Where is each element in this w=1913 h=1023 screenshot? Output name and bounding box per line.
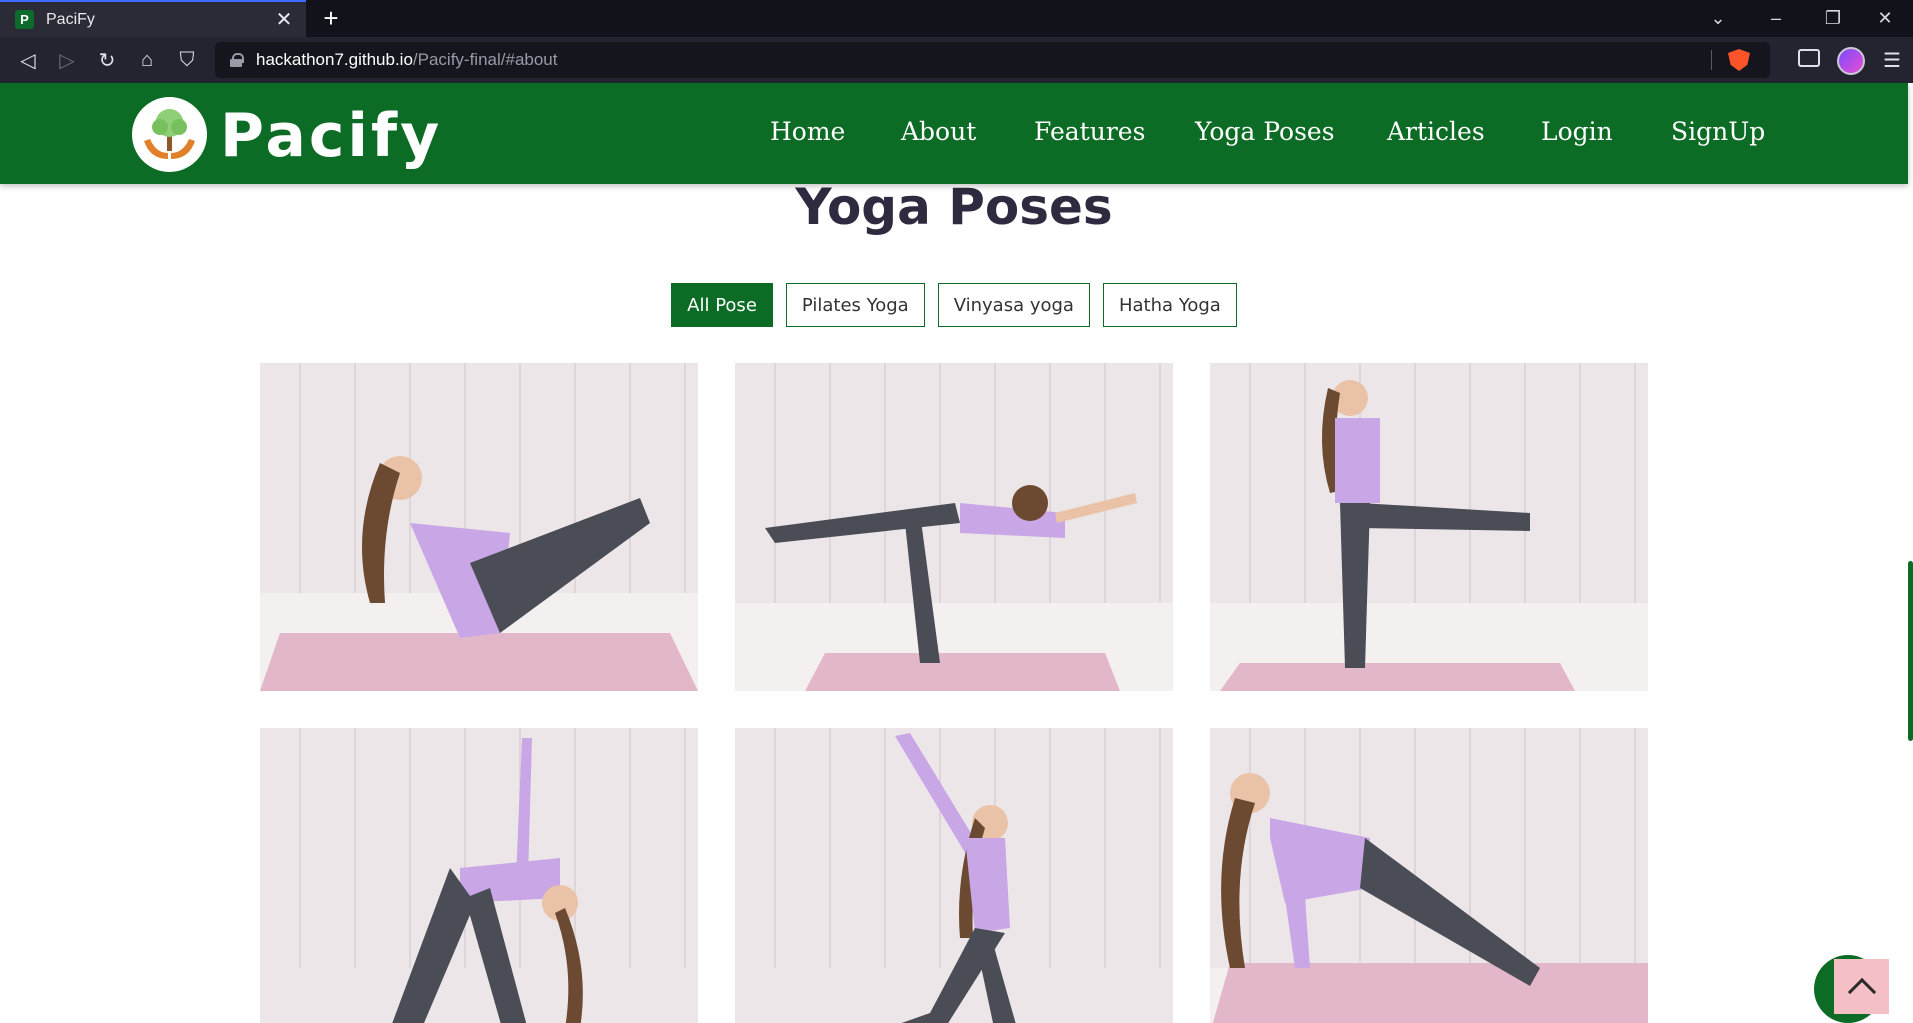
close-icon[interactable]: ✕: [274, 9, 294, 31]
yoga-photo-warrior-three: [735, 363, 1173, 691]
forward-icon[interactable]: ▷: [52, 46, 82, 74]
yoga-photo-crescent-lunge: [735, 728, 1173, 1023]
yoga-pose-image[interactable]: [735, 728, 1173, 1023]
nav-about[interactable]: About: [901, 117, 976, 146]
yoga-photo-boat-pose: [260, 363, 698, 691]
filter-all-pose[interactable]: All Pose: [671, 283, 773, 327]
tab-title: PaciFy: [46, 10, 95, 28]
yoga-pose-image[interactable]: [735, 363, 1173, 691]
hamburger-menu-icon[interactable]: ☰: [1880, 46, 1904, 74]
home-icon[interactable]: ⌂: [132, 46, 162, 74]
yoga-photo-reverse-plank: [1210, 728, 1648, 1023]
yoga-pose-image[interactable]: [1210, 363, 1648, 691]
page-title: Yoga Poses: [795, 178, 1113, 236]
filter-vinyasa-yoga[interactable]: Vinyasa yoga: [937, 283, 1090, 327]
new-tab-button[interactable]: +: [318, 3, 344, 33]
lock-icon: [230, 53, 244, 67]
avatar[interactable]: [1837, 47, 1865, 75]
bookmark-icon[interactable]: ⛉: [172, 46, 202, 74]
restore-icon[interactable]: ❐: [1805, 0, 1861, 37]
nav-yoga-poses[interactable]: Yoga Poses: [1195, 117, 1335, 146]
yoga-pose-image[interactable]: [260, 728, 698, 1023]
logo[interactable]: [132, 97, 207, 172]
yoga-pose-image[interactable]: [1210, 728, 1648, 1023]
back-to-top-button[interactable]: [1834, 959, 1889, 1014]
browser-tab[interactable]: P PaciFy ✕: [0, 0, 306, 37]
yoga-photo-triangle-pose: [260, 728, 698, 1023]
filter-hatha-yoga[interactable]: Hatha Yoga: [1102, 283, 1237, 327]
nav-features[interactable]: Features: [1034, 117, 1145, 146]
chevron-up-icon: [1847, 977, 1876, 1006]
filter-pilates-yoga[interactable]: Pilates Yoga: [785, 283, 925, 327]
tab-search-chevron-icon[interactable]: ⌄: [1690, 0, 1746, 37]
address-bar[interactable]: hackathon7.github.io/Pacify-final/#about: [215, 42, 1770, 78]
wallet-icon[interactable]: [1798, 49, 1820, 67]
brave-shield-icon[interactable]: [1728, 49, 1750, 71]
nav-articles[interactable]: Articles: [1387, 117, 1485, 146]
window-close-icon[interactable]: ✕: [1857, 0, 1913, 37]
page-viewport: Pacify Home About Features Yoga Poses Ar…: [0, 83, 1913, 1023]
url-path: /Pacify-final/#about: [412, 50, 558, 69]
back-icon[interactable]: ◁: [13, 46, 43, 74]
favicon-icon: P: [15, 10, 34, 29]
hands-tree-logo-icon: [144, 109, 195, 159]
browser-toolbar: ◁ ▷ ↻ ⌂ ⛉ hackathon7.github.io/Pacify-fi…: [0, 37, 1913, 83]
minimize-icon[interactable]: –: [1748, 0, 1804, 37]
nav-home[interactable]: Home: [770, 117, 845, 146]
url-text: hackathon7.github.io/Pacify-final/#about: [256, 50, 558, 70]
yoga-photo-standing-leg-raise: [1210, 363, 1648, 691]
site-header: Pacify Home About Features Yoga Poses Ar…: [0, 83, 1908, 184]
browser-tab-strip: P PaciFy ✕ + ⌄ – ❐ ✕: [0, 0, 1913, 37]
url-host: hackathon7.github.io: [256, 50, 413, 69]
pose-filter-group: All Pose Pilates Yoga Vinyasa yoga Hatha…: [0, 283, 1908, 327]
nav-login[interactable]: Login: [1541, 117, 1613, 146]
nav-signup[interactable]: SignUp: [1671, 117, 1765, 146]
site-brand[interactable]: Pacify: [220, 101, 442, 171]
address-divider: [1711, 50, 1712, 70]
yoga-pose-image[interactable]: [260, 363, 698, 691]
reload-icon[interactable]: ↻: [92, 46, 122, 74]
scrollbar-thumb[interactable]: [1908, 561, 1913, 741]
